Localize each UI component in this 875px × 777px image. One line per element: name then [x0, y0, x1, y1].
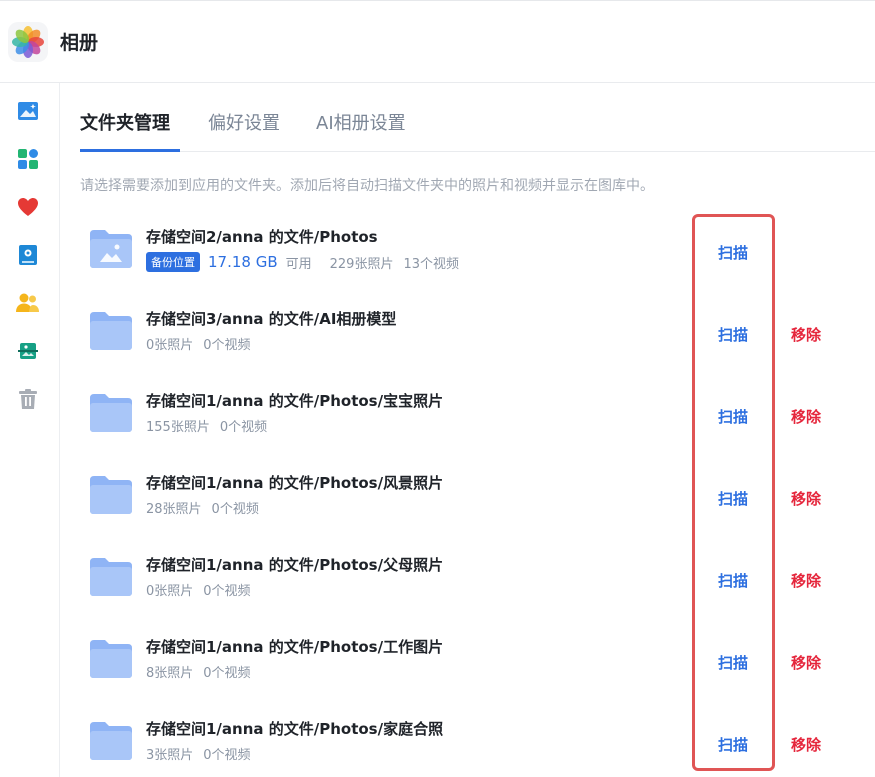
photo-count: 8张照片 [146, 666, 194, 681]
remove-button[interactable]: 移除 [791, 406, 821, 427]
scan-button[interactable]: 扫描 [718, 406, 748, 427]
photos-app: 相册 文件夹管理 偏好设置 AI相册设置 请选择需要添加到应用的文件夹。添加后将… [0, 0, 875, 777]
folder-stats: 28张照片 0个视频 [146, 498, 259, 517]
app-title: 相册 [60, 32, 99, 54]
sidebar [0, 83, 60, 777]
trash-icon[interactable] [16, 387, 40, 411]
video-count: 0个视频 [219, 420, 268, 435]
folder-icon [88, 556, 134, 598]
tab-ai-album-settings[interactable]: AI相册设置 [316, 109, 406, 135]
tab-bar: 文件夹管理 偏好设置 AI相册设置 [80, 83, 875, 152]
folder-path: 存储空间1/anna 的文件/Photos/父母照片 [146, 556, 444, 574]
backup-location-badge: 备份位置 [146, 252, 200, 272]
photo-count: 155张照片 [146, 420, 210, 435]
video-count: 0个视频 [203, 338, 251, 353]
remove-button[interactable]: 移除 [791, 488, 821, 509]
remove-button[interactable]: 移除 [791, 324, 821, 345]
photo-count: 28张照片 [146, 502, 202, 517]
scan-button[interactable]: 扫描 [718, 488, 748, 509]
folder-icon [88, 474, 134, 516]
video-count: 0个视频 [203, 666, 251, 681]
tab-preferences[interactable]: 偏好设置 [208, 109, 280, 135]
album-book-icon[interactable] [16, 243, 40, 267]
folder-path: 存储空间1/anna 的文件/Photos/家庭合照 [146, 720, 444, 738]
heart-icon[interactable] [16, 195, 40, 219]
photo-count: 229张照片 [329, 256, 394, 272]
tab-folder-management[interactable]: 文件夹管理 [80, 109, 170, 135]
folder-path: 存储空间1/anna 的文件/Photos/工作图片 [146, 638, 444, 656]
folder-path: 存储空间1/anna 的文件/Photos/宝宝照片 [146, 392, 444, 410]
folder-stats: 0张照片 0个视频 [146, 334, 251, 353]
folder-row: 存储空间1/anna 的文件/Photos/工作图片 8张照片 0个视频 扫描 … [80, 624, 875, 706]
folder-stats: 0张照片 0个视频 [146, 580, 251, 599]
video-count: 0个视频 [211, 502, 259, 517]
photo-count: 0张照片 [146, 584, 194, 599]
photo-count: 3张照片 [146, 748, 194, 763]
folder-icon [88, 720, 134, 762]
folder-row: 存储空间1/anna 的文件/Photos/风景照片 28张照片 0个视频 扫描… [80, 460, 875, 542]
folder-stats: 备份位置 17.18 GB 可用 229张照片 13个视频 [146, 252, 459, 272]
folder-path: 存储空间3/anna 的文件/AI相册模型 [146, 310, 397, 328]
remove-button[interactable]: 移除 [791, 734, 821, 755]
folder-icon [88, 638, 134, 680]
folder-stats: 8张照片 0个视频 [146, 662, 251, 681]
folder-stats: 155张照片 0个视频 [146, 416, 267, 435]
active-tab-indicator [80, 149, 180, 152]
folder-icon [88, 392, 134, 434]
scan-button[interactable]: 扫描 [718, 242, 748, 263]
remove-button[interactable]: 移除 [791, 570, 821, 591]
instruction-text: 请选择需要添加到应用的文件夹。添加后将自动扫描文件夹中的照片和视频并显示在图库中… [80, 178, 654, 194]
folder-path: 存储空间2/anna 的文件/Photos [146, 228, 378, 246]
remove-button[interactable]: 移除 [791, 652, 821, 673]
folder-row: 存储空间1/anna 的文件/Photos/家庭合照 3张照片 0个视频 扫描 … [80, 706, 875, 777]
folder-icon [88, 310, 134, 352]
scan-button[interactable]: 扫描 [718, 734, 748, 755]
scan-button[interactable]: 扫描 [718, 324, 748, 345]
albums-icon[interactable] [16, 147, 40, 171]
app-header: 相册 [0, 1, 875, 83]
folder-row: 存储空间3/anna 的文件/AI相册模型 0张照片 0个视频 扫描 移除 [80, 296, 875, 378]
main-panel: 文件夹管理 偏好设置 AI相册设置 请选择需要添加到应用的文件夹。添加后将自动扫… [80, 83, 875, 777]
scan-button[interactable]: 扫描 [718, 652, 748, 673]
folder-row: 存储空间1/anna 的文件/Photos/父母照片 0张照片 0个视频 扫描 … [80, 542, 875, 624]
folder-row: 存储空间2/anna 的文件/Photos 备份位置 17.18 GB 可用 2… [80, 214, 875, 296]
scan-button[interactable]: 扫描 [718, 570, 748, 591]
folder-stats: 3张照片 0个视频 [146, 744, 251, 763]
available-label: 可用 [285, 256, 312, 272]
folder-image-icon [88, 228, 134, 270]
available-space: 17.18 GB [208, 253, 278, 271]
folder-row: 存储空间1/anna 的文件/Photos/宝宝照片 155张照片 0个视频 扫… [80, 378, 875, 460]
video-count: 0个视频 [203, 748, 251, 763]
scan-frame-icon[interactable] [16, 339, 40, 363]
folder-path: 存储空间1/anna 的文件/Photos/风景照片 [146, 474, 444, 492]
video-count: 13个视频 [403, 256, 460, 272]
photo-icon[interactable] [16, 99, 40, 123]
video-count: 0个视频 [203, 584, 251, 599]
photo-count: 0张照片 [146, 338, 194, 353]
people-icon[interactable] [16, 291, 40, 315]
photos-logo-icon [8, 21, 48, 62]
